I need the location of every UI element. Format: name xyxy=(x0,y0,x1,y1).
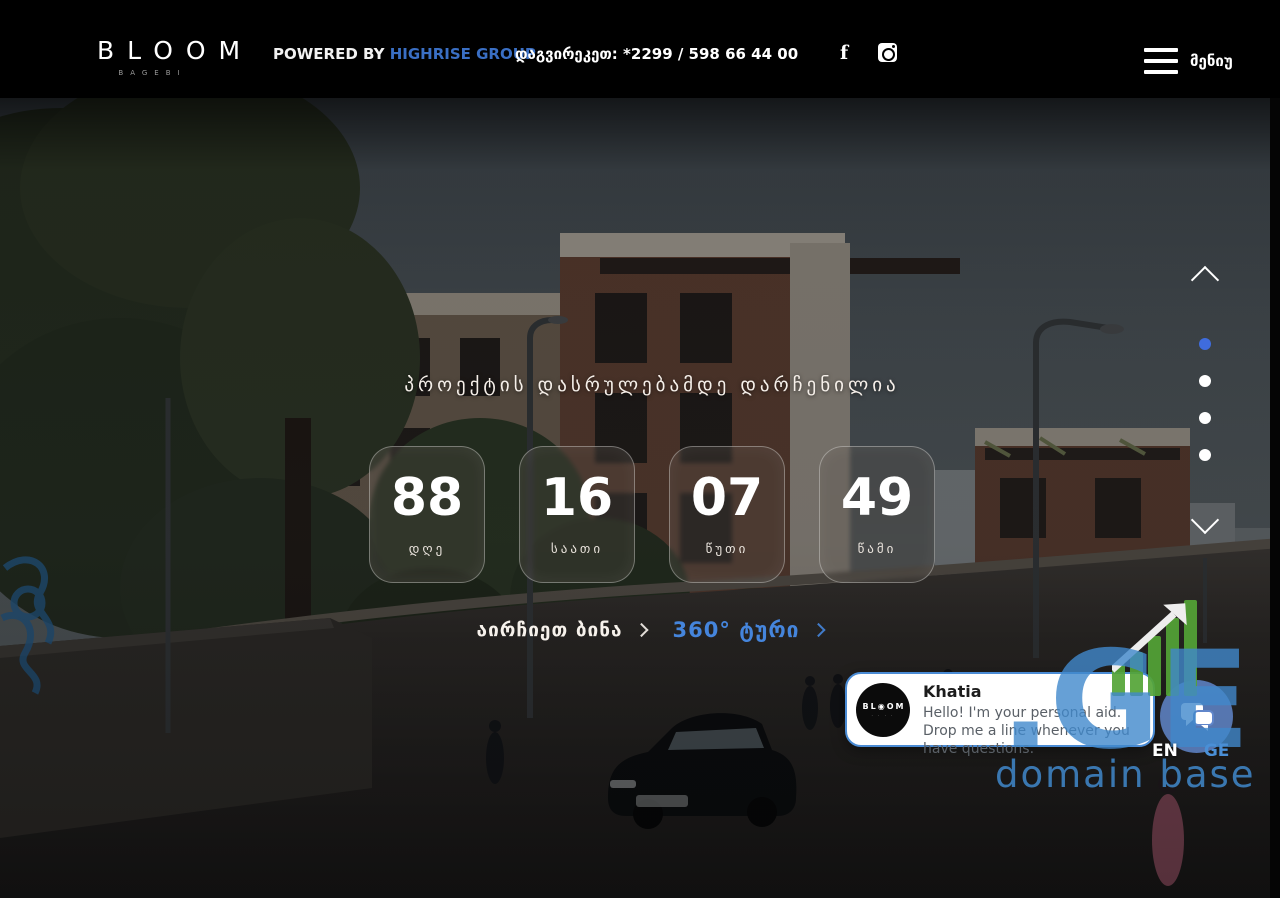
countdown-days: 88 დღე xyxy=(369,446,485,583)
avatar-logo-text: BL◉OM xyxy=(861,702,906,711)
countdown-hours: 16 საათი xyxy=(519,446,635,583)
menu-button[interactable]: მენიუ xyxy=(1144,48,1233,74)
countdown: 88 დღე 16 საათი 07 წუთი 49 წამი xyxy=(369,446,935,583)
slider-next-button[interactable] xyxy=(1190,516,1218,532)
chevron-right-icon xyxy=(811,623,825,637)
powered-by-prefix: POWERED BY xyxy=(273,45,384,63)
chat-texts: Khatia Hello! I'm your personal aid. Dro… xyxy=(923,682,1151,758)
chat-greeting-bubble[interactable]: BL◉OM · · · · Khatia Hello! I'm your per… xyxy=(845,672,1155,747)
logo-title: BLOOM xyxy=(84,36,214,65)
instagram-icon[interactable] xyxy=(878,43,897,62)
slider-dot-3[interactable] xyxy=(1199,412,1211,424)
countdown-minutes-value: 07 xyxy=(691,472,763,524)
slider-dot-2[interactable] xyxy=(1199,375,1211,387)
language-ge[interactable]: GE xyxy=(1204,741,1230,761)
slider-prev-button[interactable] xyxy=(1190,268,1218,284)
countdown-minutes-label: წუთი xyxy=(706,542,749,557)
countdown-minutes: 07 წუთი xyxy=(669,446,785,583)
facebook-icon[interactable]: f xyxy=(840,42,854,62)
chat-bubbles-icon xyxy=(1180,702,1214,732)
countdown-seconds-label: წამი xyxy=(858,542,897,557)
countdown-hours-value: 16 xyxy=(541,472,613,524)
hero-content: პროექტის დასრულებამდე დარჩენილია 88 დღე … xyxy=(0,98,1280,898)
chat-agent-name: Khatia xyxy=(923,682,1151,701)
choose-apartment-link[interactable]: აირჩიეთ ბინა xyxy=(477,619,647,641)
countdown-days-label: დღე xyxy=(409,542,445,557)
language-en[interactable]: EN xyxy=(1152,741,1178,761)
menu-label: მენიუ xyxy=(1190,52,1233,70)
countdown-seconds: 49 წამი xyxy=(819,446,935,583)
slider-dot-1[interactable] xyxy=(1199,338,1211,350)
page: BLOOM BAGEBI POWERED BY HIGHRISE GROUP დ… xyxy=(0,0,1280,898)
logo-subtitle: BAGEBI xyxy=(84,69,214,77)
hero-slide: პროექტის დასრულებამდე დარჩენილია 88 დღე … xyxy=(0,98,1280,898)
countdown-hours-label: საათი xyxy=(551,542,603,557)
powered-by-brand-link[interactable]: HIGHRISE GROUP xyxy=(390,45,536,63)
chat-message: Hello! I'm your personal aid. Drop me a … xyxy=(923,704,1151,758)
chat-agent-avatar: BL◉OM · · · · xyxy=(856,683,910,737)
language-toggle: EN GE xyxy=(1152,741,1229,761)
countdown-title: პროექტის დასრულებამდე დარჩენილია xyxy=(404,374,899,396)
phone-number[interactable]: დაგვირეკეთ: *2299 / 598 66 44 00 xyxy=(515,45,798,63)
slider-dot-4[interactable] xyxy=(1199,449,1211,461)
bloom-logo[interactable]: BLOOM BAGEBI xyxy=(84,36,214,77)
countdown-seconds-value: 49 xyxy=(841,472,913,524)
hero-links: აირჩიეთ ბინა 360° ტური xyxy=(477,618,824,642)
countdown-days-value: 88 xyxy=(391,472,463,524)
social-links: f xyxy=(840,42,897,62)
avatar-logo-dots: · · · · xyxy=(872,713,895,718)
hamburger-icon xyxy=(1144,48,1178,74)
powered-by: POWERED BY HIGHRISE GROUP xyxy=(273,45,536,63)
right-edge-strip xyxy=(1270,98,1280,898)
chevron-right-icon xyxy=(634,623,648,637)
tour-360-link[interactable]: 360° ტური xyxy=(673,618,824,642)
slider-dots xyxy=(1199,338,1211,461)
choose-apartment-label: აირჩიეთ ბინა xyxy=(477,619,623,641)
tour-360-label: 360° ტური xyxy=(673,618,800,642)
top-navbar: BLOOM BAGEBI POWERED BY HIGHRISE GROUP დ… xyxy=(0,0,1280,98)
